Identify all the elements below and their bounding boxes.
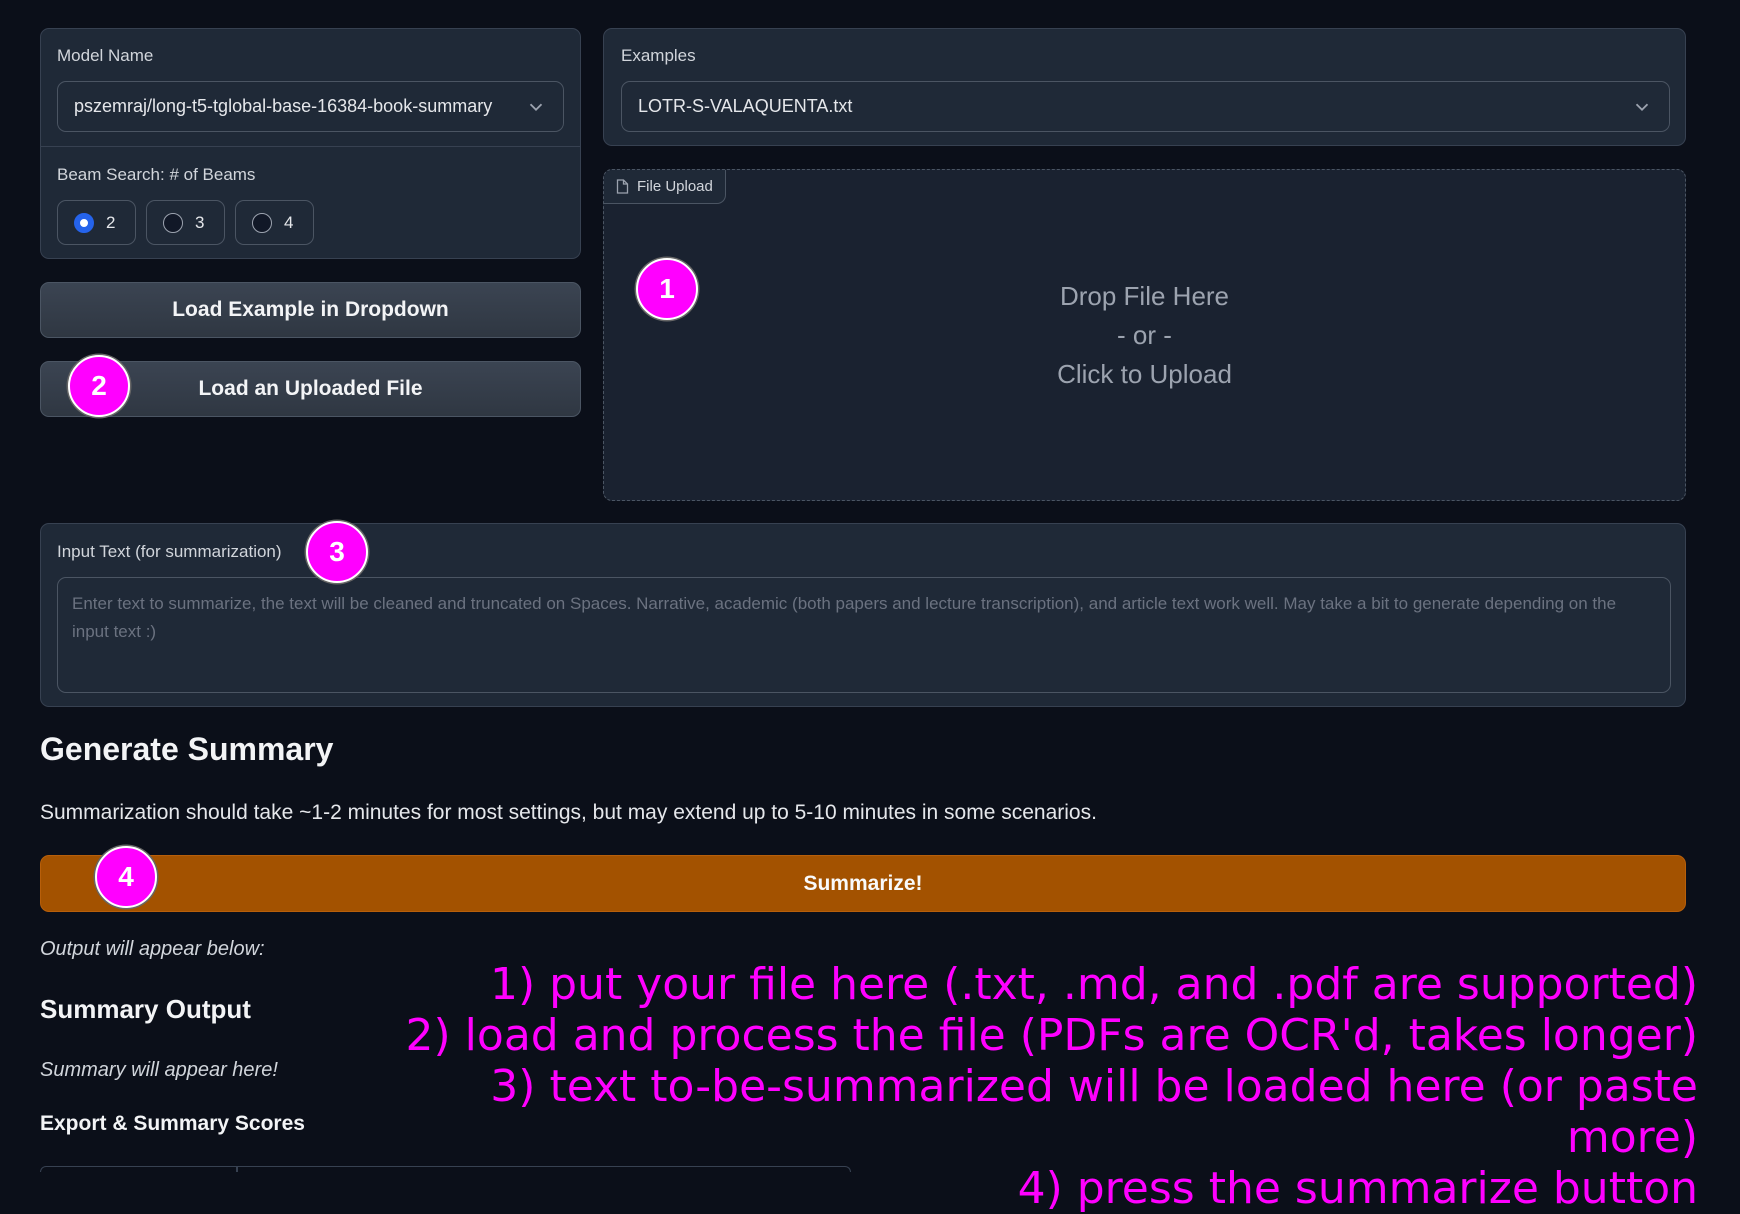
drop-or-text: - or -: [1117, 320, 1172, 350]
instruction-1: 1) put your file here (.txt, .md, and .p…: [489, 959, 1698, 1010]
file-upload-tab-label: File Upload: [637, 178, 713, 195]
radio-checked-icon: [74, 212, 94, 233]
summary-output-heading: Summary Output: [40, 994, 251, 1024]
instruction-2: 2) load and process the file (PDFs are O…: [405, 1010, 1698, 1061]
model-settings-panel: Model Name pszemraj/long-t5-tglobal-base…: [40, 28, 581, 259]
model-name-value: pszemraj/long-t5-tglobal-base-16384-book…: [74, 96, 493, 116]
beam-option-2[interactable]: 2: [57, 200, 136, 245]
instruction-4: 4) press the summarize button: [1017, 1163, 1698, 1214]
summary-placeholder: Summary will appear here!: [40, 1059, 278, 1081]
chevron-down-icon: [1635, 103, 1649, 111]
examples-panel: Examples LOTR-S-VALAQUENTA.txt: [603, 28, 1686, 146]
beam-option-4[interactable]: 4: [235, 200, 314, 245]
instructions-overlay: 1) put your file here (.txt, .md, and .p…: [398, 959, 1698, 1214]
model-name-dropdown[interactable]: pszemraj/long-t5-tglobal-base-16384-book…: [57, 81, 564, 132]
output-note: Output will appear below:: [40, 938, 265, 960]
examples-value: LOTR-S-VALAQUENTA.txt: [638, 96, 853, 116]
chevron-down-icon: [529, 103, 543, 111]
file-upload-dropzone[interactable]: File Upload Drop File Here - or - Click …: [603, 169, 1686, 501]
step-marker-3: 3: [306, 521, 368, 583]
summarization-time-note: Summarization should take ~1-2 minutes f…: [40, 801, 1097, 824]
examples-label: Examples: [621, 46, 696, 65]
beams-label: Beam Search: # of Beams: [57, 165, 256, 184]
drop-instructions: Drop File Here - or - Click to Upload: [604, 277, 1685, 394]
step-marker-1: 1: [636, 258, 698, 320]
export-scores-heading: Export & Summary Scores: [40, 1112, 305, 1135]
load-example-button[interactable]: Load Example in Dropdown: [40, 282, 581, 338]
examples-dropdown[interactable]: LOTR-S-VALAQUENTA.txt: [621, 81, 1670, 132]
export-tab-divider: [236, 1166, 238, 1172]
radio-unchecked-icon: [163, 212, 183, 233]
generate-summary-heading: Generate Summary: [40, 731, 334, 767]
click-to-upload-text: Click to Upload: [1057, 359, 1232, 389]
input-text-panel: Input Text (for summarization) Enter tex…: [40, 523, 1686, 707]
step-marker-4: 4: [95, 846, 157, 908]
instruction-3: 3) text to-be-summarized will be loaded …: [490, 1061, 1698, 1163]
beam-option-label: 3: [195, 212, 205, 232]
model-name-label: Model Name: [57, 46, 154, 65]
drop-file-text: Drop File Here: [1059, 281, 1230, 311]
file-icon: [616, 179, 629, 194]
step-marker-2: 2: [68, 355, 130, 417]
file-upload-tab: File Upload: [604, 170, 726, 204]
radio-unchecked-icon: [252, 212, 272, 233]
input-text-label: Input Text (for summarization): [57, 542, 282, 561]
input-placeholder: Enter text to summarize, the text will b…: [72, 594, 1617, 641]
beam-option-label: 4: [284, 212, 294, 232]
panel-divider: [41, 146, 580, 147]
input-textarea[interactable]: Enter text to summarize, the text will b…: [57, 577, 1671, 693]
beam-option-label: 2: [106, 212, 116, 232]
beam-option-3[interactable]: 3: [146, 200, 225, 245]
summarize-button[interactable]: Summarize!: [40, 855, 1686, 912]
